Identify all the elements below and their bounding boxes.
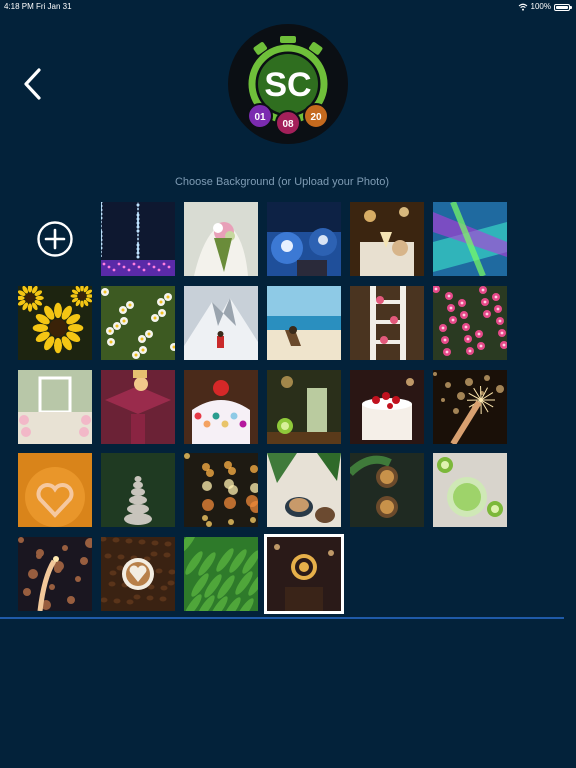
thumbnail-image [101, 453, 175, 527]
background-thumbnail-candy-cake[interactable] [184, 370, 258, 444]
thumbnail-image [433, 286, 507, 360]
thumbnail-image [350, 286, 424, 360]
background-grid [0, 0, 576, 620]
background-thumbnail-wedding-toast[interactable] [350, 202, 424, 276]
thumbnail-image [18, 370, 92, 444]
thumbnail-image [267, 286, 341, 360]
background-thumbnail-white-ladder[interactable] [350, 286, 424, 360]
thumbnail-image [433, 370, 507, 444]
background-thumbnail-green-leaves[interactable] [184, 537, 258, 611]
thumbnail-image [350, 202, 424, 276]
background-thumbnail-bokeh-lights[interactable] [184, 453, 258, 527]
background-thumbnail-stone-stack[interactable] [101, 453, 175, 527]
background-thumbnail-coffee-plants[interactable] [267, 453, 341, 527]
thumbnail-image [18, 537, 92, 611]
thumbnail-image [267, 202, 341, 276]
background-thumbnail-graduation-cap[interactable] [101, 370, 175, 444]
thumbnail-image [267, 370, 341, 444]
thumbnail-image [184, 286, 258, 360]
background-thumbnail-coffee-cups-top[interactable] [350, 453, 424, 527]
background-thumbnail-lime-drink[interactable] [433, 453, 507, 527]
thumbnail-image [101, 370, 175, 444]
background-thumbnail-pink-blossoms[interactable] [433, 286, 507, 360]
background-thumbnail-party-tables[interactable] [267, 202, 341, 276]
thumbnail-image [184, 202, 258, 276]
thumbnail-image [184, 537, 258, 611]
background-thumbnail-sparkler[interactable] [433, 370, 507, 444]
background-thumbnail-berry-cake[interactable] [350, 370, 424, 444]
background-thumbnail-bride-bouquet[interactable] [184, 202, 258, 276]
thumbnail-image [433, 453, 507, 527]
thumbnail-image [267, 537, 341, 611]
background-thumbnail-neon-lights[interactable] [433, 202, 507, 276]
background-thumbnail-sunflowers[interactable] [18, 286, 92, 360]
thumbnail-image [350, 453, 424, 527]
thumbnail-image [433, 202, 507, 276]
thumbnail-image [350, 370, 424, 444]
background-thumbnail-sparkler-night[interactable] [18, 537, 92, 611]
thumbnail-image [184, 370, 258, 444]
thumbnail-image [18, 453, 92, 527]
thumbnail-image [18, 286, 92, 360]
background-thumbnail-cocktail-lime[interactable] [267, 370, 341, 444]
thumbnail-image [101, 286, 175, 360]
background-thumbnail-wedding-aisle[interactable] [18, 370, 92, 444]
background-thumbnail-fireworks[interactable] [101, 202, 175, 276]
background-thumbnail-daisies[interactable] [101, 286, 175, 360]
background-thumbnail-beach-chairs[interactable] [267, 286, 341, 360]
thumbnail-image [101, 202, 175, 276]
background-thumbnail-dartboard[interactable] [264, 534, 344, 614]
thumbnail-image [101, 537, 175, 611]
background-thumbnail-mountain-hiker[interactable] [184, 286, 258, 360]
divider [0, 617, 564, 619]
thumbnail-image [184, 453, 258, 527]
thumbnail-image [267, 453, 341, 527]
background-thumbnail-latte-beans[interactable] [101, 537, 175, 611]
background-thumbnail-pregnant-heart[interactable] [18, 453, 92, 527]
